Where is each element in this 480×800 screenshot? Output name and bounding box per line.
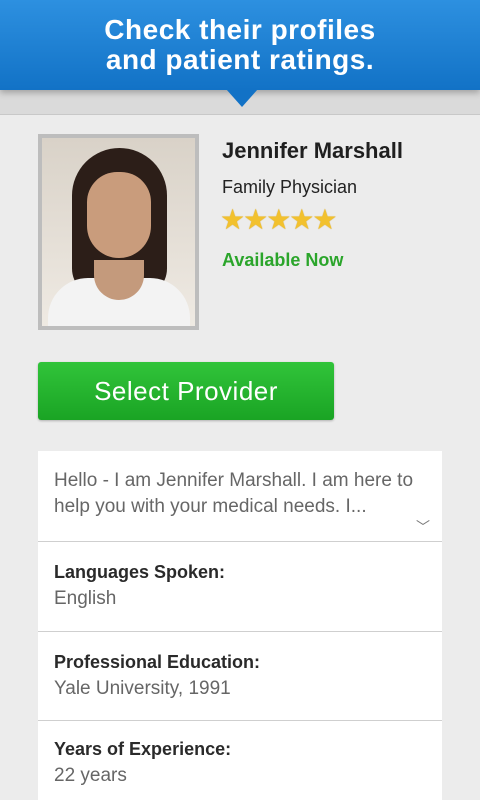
- select-provider-button[interactable]: Select Provider: [38, 362, 334, 420]
- languages-label: Languages Spoken:: [54, 562, 226, 582]
- availability-status: Available Now: [222, 250, 344, 270]
- provider-specialty: Family Physician: [222, 177, 358, 197]
- experience-label: Years of Experience:: [54, 739, 232, 759]
- banner-line-2: and patient ratings.: [105, 44, 375, 75]
- languages-value: English: [54, 588, 117, 609]
- provider-name: Jennifer Marshall: [222, 138, 403, 163]
- provider-details-card: Hello - I am Jennifer Marshall. I am her…: [38, 451, 442, 800]
- education-section: Professional Education: Yale University,…: [38, 632, 442, 721]
- education-value: Yale University, 1991: [54, 678, 231, 699]
- banner-line-1: Check their profiles: [104, 14, 376, 45]
- education-label: Professional Education:: [54, 652, 261, 672]
- experience-section: Years of Experience: 22 years: [38, 721, 442, 800]
- star-rating: ★★★★★: [220, 204, 338, 235]
- chevron-down-icon[interactable]: ﹀: [416, 517, 430, 537]
- provider-photo: [38, 134, 199, 330]
- banner-pointer: [226, 89, 258, 107]
- promo-banner: Check their profiles and patient ratings…: [0, 0, 480, 90]
- bio-section[interactable]: Hello - I am Jennifer Marshall. I am her…: [38, 451, 442, 542]
- bio-text: Hello - I am Jennifer Marshall. I am her…: [54, 470, 414, 517]
- experience-value: 22 years: [54, 765, 127, 786]
- languages-section: Languages Spoken: English: [38, 542, 442, 632]
